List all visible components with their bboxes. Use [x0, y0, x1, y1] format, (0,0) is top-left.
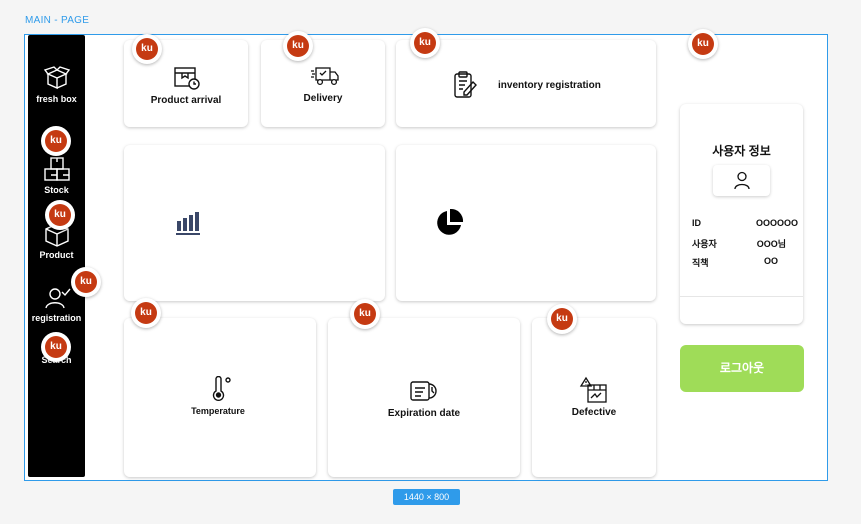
comment-badge-label: ku — [414, 32, 436, 54]
pie-chart-card[interactable] — [396, 145, 656, 301]
stock-boxes-icon — [43, 157, 70, 181]
comment-badge[interactable]: ku — [132, 34, 162, 64]
user-info-title: 사용자 정보 — [712, 144, 771, 158]
user-name-label: 사용자 — [692, 239, 717, 249]
box-icon — [43, 66, 70, 90]
user-id-value: OOOOOO — [755, 218, 798, 228]
temperature-card[interactable]: Temperature — [124, 318, 316, 477]
product-arrival-label: Product arrival — [150, 95, 222, 106]
bar-chart-card[interactable] — [124, 145, 385, 301]
comment-badge-label: ku — [692, 33, 714, 55]
user-name-value: OOO님 — [756, 239, 786, 249]
sidebar-item-label: Product — [39, 250, 74, 260]
sidebar-item-stock[interactable]: Stock — [28, 155, 85, 195]
user-check-icon — [44, 288, 71, 309]
comment-badge-label: ku — [49, 204, 71, 226]
user-position-label: 직책 — [692, 258, 709, 268]
sidebar-item-label: fresh box — [36, 94, 77, 104]
divider — [680, 296, 803, 297]
user-position-value: OO — [763, 256, 778, 266]
comment-badge[interactable]: ku — [41, 126, 71, 156]
comment-badge[interactable]: ku — [688, 29, 718, 59]
thermometer-icon — [212, 376, 231, 401]
sidebar-item-label: registration — [31, 313, 82, 323]
comment-badge[interactable]: ku — [547, 304, 577, 334]
comment-badge-label: ku — [45, 130, 67, 152]
comment-badge-label: ku — [551, 308, 573, 330]
expiration-tag-icon — [410, 381, 437, 401]
comment-badge[interactable]: ku — [45, 200, 75, 230]
comment-badge-label: ku — [354, 303, 376, 325]
logout-button[interactable]: 로그아웃 — [680, 345, 804, 392]
package-clock-icon — [174, 67, 200, 90]
inventory-registration-label: inventory registration — [498, 80, 601, 91]
sidebar-item-fresh-box[interactable]: fresh box — [28, 62, 85, 104]
frame-size-badge: 1440 × 800 — [393, 489, 460, 505]
comment-badge[interactable]: ku — [283, 31, 313, 61]
comment-badge-label: ku — [287, 35, 309, 57]
delivery-label: Delivery — [303, 93, 343, 104]
defective-label: Defective — [571, 407, 617, 418]
user-id-label: ID — [692, 218, 701, 228]
comment-badge[interactable]: ku — [71, 267, 101, 297]
pie-chart-icon — [437, 208, 464, 235]
damaged-box-icon — [579, 376, 607, 403]
clipboard-edit-icon — [454, 71, 477, 98]
defective-card[interactable]: Defective — [532, 318, 656, 477]
frame-label: MAIN - PAGE — [25, 15, 90, 26]
comment-badge[interactable]: ku — [350, 299, 380, 329]
comment-badge-label: ku — [45, 336, 67, 358]
comment-badge-label: ku — [75, 271, 97, 293]
comment-badge[interactable]: ku — [41, 332, 71, 362]
sidebar-item-label: Stock — [44, 185, 69, 195]
avatar[interactable] — [713, 165, 770, 196]
delivery-truck-icon — [311, 67, 339, 86]
comment-badge[interactable]: ku — [410, 28, 440, 58]
temperature-label: Temperature — [191, 406, 245, 416]
user-icon — [734, 171, 750, 190]
expiration-date-label: Expiration date — [387, 408, 461, 419]
delivery-card[interactable]: Delivery — [261, 40, 385, 127]
expiration-date-card[interactable]: Expiration date — [328, 318, 520, 477]
comment-badge-label: ku — [136, 38, 158, 60]
user-info-panel: 사용자 정보 ID OOOOOO 사용자 OOO님 직책 OO — [680, 104, 803, 324]
comment-badge-label: ku — [135, 302, 157, 324]
comment-badge[interactable]: ku — [131, 298, 161, 328]
bar-chart-icon — [176, 212, 200, 235]
